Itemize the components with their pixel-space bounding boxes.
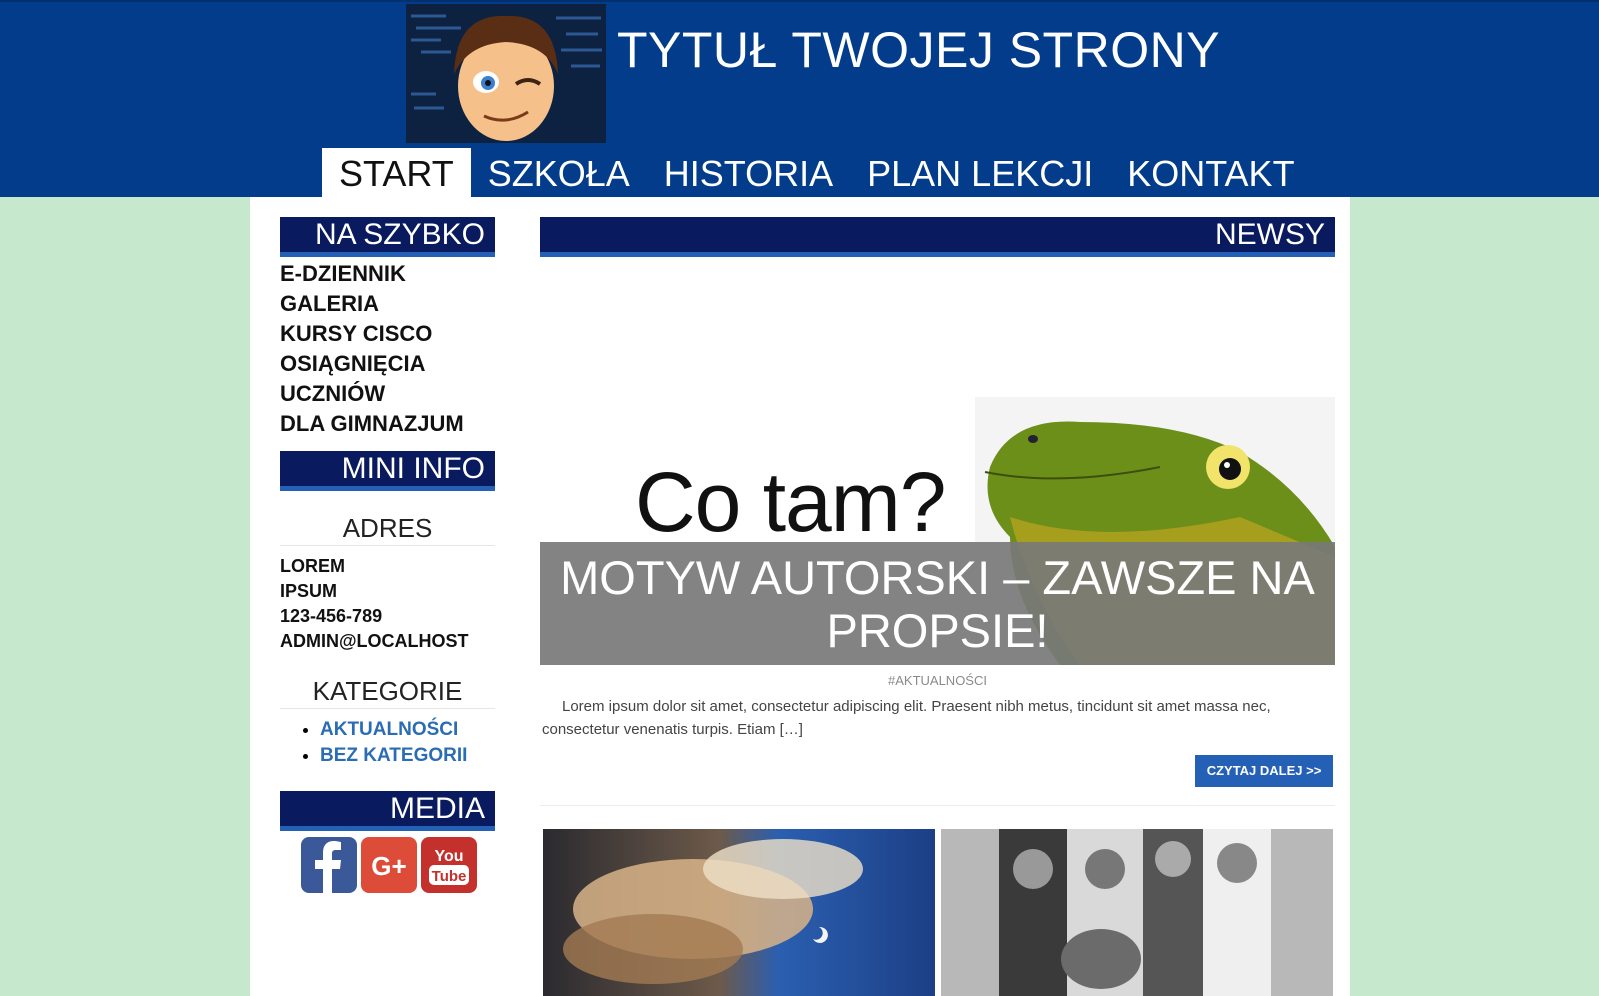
post-tag[interactable]: #AKTUALNOŚCI — [540, 673, 1335, 688]
main-nav: START SZKOŁA HISTORIA PLAN LEKCJI KONTAK… — [322, 148, 1312, 199]
post-thumbnail-sky[interactable] — [543, 829, 935, 996]
quick-link-osiagniecia[interactable]: OSIĄGNIĘCIA — [280, 349, 495, 379]
category-link-bez-kategorii[interactable]: BEZ KATEGORII — [320, 745, 467, 766]
quick-link-kursy-cisco[interactable]: KURSY CISCO — [280, 319, 495, 349]
address-line: LOREM — [280, 556, 345, 576]
address-title: ADRES — [280, 511, 495, 546]
sky-clouds-image — [543, 829, 935, 996]
address-line: IPSUM — [280, 581, 338, 601]
quick-link-galeria[interactable]: GALERIA — [280, 289, 495, 319]
svg-text:You: You — [434, 848, 463, 865]
nav-item-kontakt[interactable]: KONTAKT — [1110, 148, 1311, 199]
address-block: LOREM IPSUM 123-456-789 ADMIN@LOCALHOST — [280, 554, 495, 654]
sidebar: NA SZYBKO E-DZIENNIK GALERIA KURSY CISCO… — [280, 217, 495, 893]
nav-item-historia[interactable]: HISTORIA — [647, 148, 850, 199]
post-title[interactable]: MOTYW AUTORSKI – ZAWSZE NA PROPSIE! — [540, 551, 1335, 657]
site-logo[interactable] — [406, 4, 606, 143]
elvis-collage-image — [941, 829, 1333, 996]
nav-item-szkola[interactable]: SZKOŁA — [471, 148, 647, 199]
nav-item-plan-lekcji[interactable]: PLAN LEKCJI — [850, 148, 1110, 199]
avatar-logo-icon — [406, 4, 606, 143]
google-plus-icon[interactable]: G+ — [361, 837, 417, 893]
quick-links-title: NA SZYBKO — [280, 217, 495, 257]
categories-list: AKTUALNOŚCI BEZ KATEGORII — [280, 717, 495, 769]
read-more-button[interactable]: CZYTAJ DALEJ >> — [1195, 755, 1333, 787]
site-title[interactable]: TYTUŁ TWOJEJ STRONY — [617, 20, 1220, 80]
divider — [540, 805, 1335, 806]
post-thumbnail-elvis[interactable] — [941, 829, 1333, 996]
svg-text:Tube: Tube — [432, 868, 467, 885]
address-phone: 123-456-789 — [280, 606, 383, 626]
media-title: MEDIA — [280, 791, 495, 831]
facebook-icon[interactable] — [301, 837, 357, 893]
news-title: NEWSY — [540, 217, 1335, 257]
site-header: TYTUŁ TWOJEJ STRONY START SZKOŁA HISTORI… — [0, 0, 1599, 199]
svg-text:G+: G+ — [371, 851, 406, 881]
address-email: ADMIN@LOCALHOST — [280, 631, 469, 651]
post-excerpt: Lorem ipsum dolor sit amet, consectetur … — [542, 698, 1271, 738]
mini-info-title: MINI INFO — [280, 451, 495, 491]
hero-image-text: Co tam? — [635, 455, 946, 549]
post-title-overlay[interactable]: MOTYW AUTORSKI – ZAWSZE NA PROPSIE! — [540, 542, 1335, 665]
content-card: NA SZYBKO E-DZIENNIK GALERIA KURSY CISCO… — [250, 197, 1350, 996]
categories-title: KATEGORIE — [280, 674, 495, 709]
quick-link-uczniow[interactable]: UCZNIÓW — [280, 379, 495, 409]
list-item: AKTUALNOŚCI — [320, 717, 495, 743]
post-hero-image[interactable]: Co tam? MOTYW AUTORSKI – ZAWSZE NA PROPS… — [540, 397, 1335, 665]
nav-item-start[interactable]: START — [322, 148, 471, 199]
quick-link-e-dziennik[interactable]: E-DZIENNIK — [280, 259, 495, 289]
main-content: NEWSY Co tam? MOTYW AUTORSKI – ZAWSZE NA… — [540, 217, 1335, 996]
category-link-aktualnosci[interactable]: AKTUALNOŚCI — [320, 719, 458, 740]
quick-link-dla-gimnazjum[interactable]: DLA GIMNAZJUM — [280, 409, 495, 439]
quick-links: E-DZIENNIK GALERIA KURSY CISCO OSIĄGNIĘC… — [280, 259, 495, 439]
social-links: G+ You Tube — [280, 837, 495, 893]
youtube-icon[interactable]: You Tube — [421, 837, 477, 893]
list-item: BEZ KATEGORII — [320, 743, 495, 769]
